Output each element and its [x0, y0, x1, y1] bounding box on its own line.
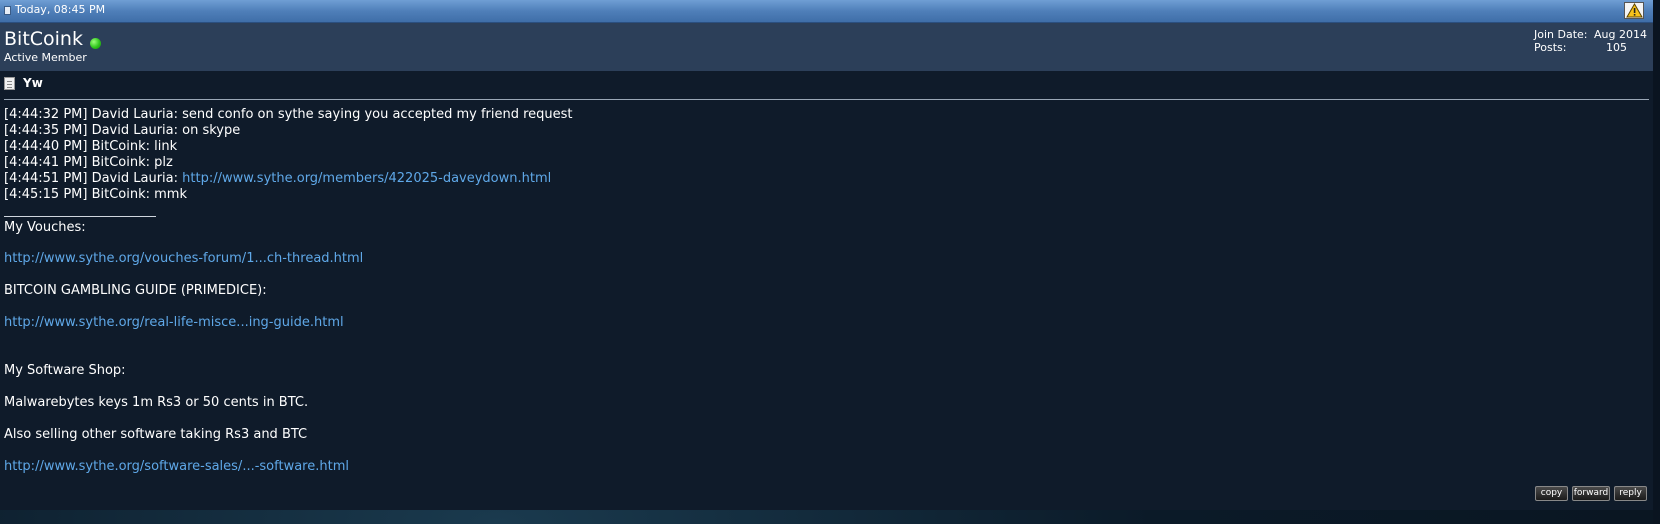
chat-line: [4:44:41 PM] BitCoink: plz — [4, 155, 173, 170]
chat-line: [4:45:15 PM] BitCoink: mmk — [4, 187, 187, 202]
chat-line: [4:44:40 PM] BitCoink: link — [4, 139, 178, 154]
report-post-button[interactable] — [1624, 2, 1644, 19]
post-date-bar: Today, 08:45 PM — [0, 0, 1653, 23]
post-title-text: Yw — [23, 76, 43, 90]
warning-triangle-icon — [1626, 3, 1643, 18]
join-date-label: Join Date: — [1534, 28, 1588, 41]
right-edge-strip — [1653, 0, 1660, 524]
posts-label: Posts: — [1534, 41, 1567, 54]
posts-value: 105 — [1606, 41, 1627, 54]
signature-divider — [4, 216, 156, 217]
guide-label: BITCOIN GAMBLING GUIDE (PRIMEDICE): — [4, 283, 267, 298]
post-date: Today, 08:45 PM — [15, 3, 106, 16]
post-icon — [4, 6, 11, 15]
online-status-icon — [90, 38, 101, 49]
post-body: [4:44:32 PM] David Lauria: send confo on… — [4, 107, 573, 203]
shop-line-2: Also selling other software taking Rs3 a… — [4, 427, 308, 442]
join-date-value: Aug 2014 — [1594, 28, 1647, 41]
vouches-label: My Vouches: — [4, 220, 86, 235]
reply-button[interactable]: reply — [1614, 486, 1647, 501]
guide-link[interactable]: http://www.sythe.org/real-life-misce...i… — [4, 315, 344, 331]
shop-link[interactable]: http://www.sythe.org/software-sales/...-… — [4, 459, 349, 475]
page: Today, 08:45 PM BitCoink Active Member J… — [0, 0, 1660, 524]
chat-line: [4:44:35 PM] David Lauria: on skype — [4, 123, 241, 138]
posts-row: Posts: 105 — [1534, 41, 1647, 54]
shop-label: My Software Shop: — [4, 363, 126, 378]
title-divider — [4, 99, 1649, 100]
chat-line: [4:44:32 PM] David Lauria: send confo on… — [4, 107, 573, 122]
user-title: Active Member — [4, 51, 87, 64]
user-stats: Join Date: Aug 2014 Posts: 105 — [1534, 28, 1647, 54]
copy-button[interactable]: copy — [1535, 486, 1568, 501]
username-link[interactable]: BitCoink — [4, 28, 83, 50]
post-card: Today, 08:45 PM BitCoink Active Member J… — [0, 0, 1653, 510]
vouches-link[interactable]: http://www.sythe.org/vouches-forum/1...c… — [4, 251, 363, 267]
profile-link[interactable]: http://www.sythe.org/members/422025-dave… — [182, 171, 551, 186]
shop-line-1: Malwarebytes keys 1m Rs3 or 50 cents in … — [4, 395, 309, 410]
chat-line: [4:44:51 PM] David Lauria: http://www.sy… — [4, 171, 552, 186]
user-info-row: BitCoink Active Member Join Date: Aug 201… — [0, 23, 1653, 71]
document-icon — [4, 77, 15, 90]
join-date-row: Join Date: Aug 2014 — [1534, 28, 1647, 41]
forward-button[interactable]: forward — [1572, 486, 1610, 501]
